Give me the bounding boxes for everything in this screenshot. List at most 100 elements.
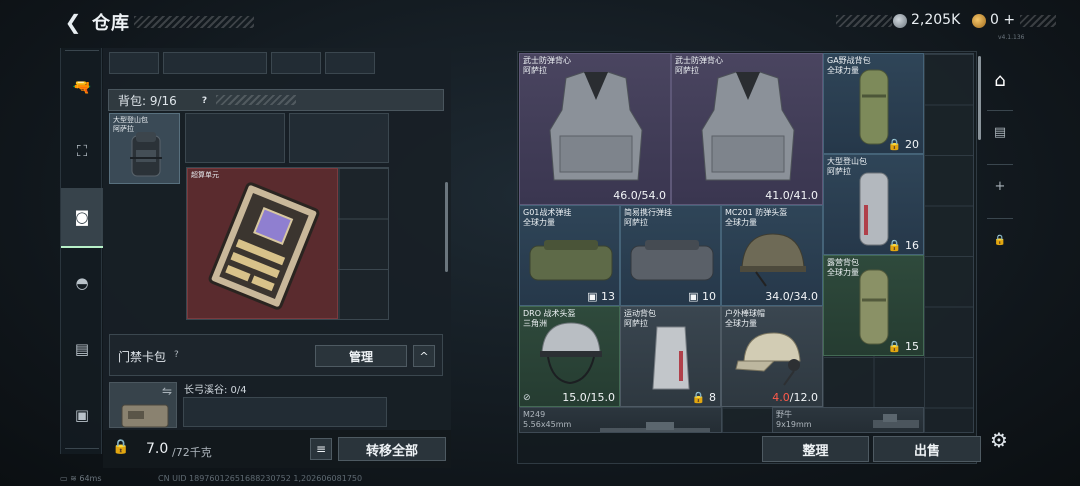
slot[interactable]: [109, 52, 159, 74]
broken-icon: ⊘: [523, 393, 531, 403]
gold-currency-amount[interactable]: 0 +: [990, 12, 1015, 28]
item-name: 野牛 9x19mm: [776, 410, 812, 429]
add-currency-icon: +: [1003, 12, 1016, 28]
header-decoration: [216, 95, 296, 105]
item-durability: 46.0/54.0: [613, 189, 666, 202]
case-image: [121, 404, 169, 428]
backpack-image: [859, 269, 889, 345]
helmet-image: [540, 322, 602, 385]
item-durability: 34.0/34.0: [765, 290, 818, 303]
item-slot-count: ▣ 13: [587, 290, 615, 303]
nav-pistol-tab[interactable]: 🔫: [61, 66, 103, 108]
storage-item[interactable]: 大型登山包 阿萨拉 🔒 16: [823, 154, 924, 255]
add-icon: +: [994, 178, 1006, 194]
gold-coin-icon: [972, 14, 986, 28]
left-scrollbar[interactable]: [445, 182, 448, 272]
user-uid: CN UID 18976012651688230752 1,2026060817…: [158, 474, 363, 483]
item-durability: 15.0/15.0: [562, 391, 615, 404]
equipped-backpack[interactable]: 大型登山包 阿萨拉: [109, 113, 180, 184]
item-durability: 41.0/41.0: [765, 189, 818, 202]
smg-image: [873, 414, 919, 428]
chest-rig-image: [529, 240, 613, 281]
item-slot-count: ▣ 10: [688, 290, 716, 303]
back-arrow-icon: ❮: [64, 10, 82, 34]
transfer-all-button[interactable]: 转移全部: [338, 437, 446, 461]
backpack-capacity: 背包: 9/16: [118, 94, 177, 108]
supercomputer-unit-item[interactable]: 超算单元: [187, 168, 338, 319]
slot[interactable]: [325, 52, 375, 74]
sort-button[interactable]: 整理: [762, 436, 869, 462]
item-slot-count: 🔒 16: [887, 239, 919, 252]
add-storage-button[interactable]: +: [981, 168, 1019, 204]
lock-icon: 🔒: [993, 234, 1007, 246]
list-view-button[interactable]: ≡: [310, 438, 332, 460]
storage-item[interactable]: 武士防弹背心 阿萨拉 46.0/54.0: [519, 53, 671, 205]
slot[interactable]: [163, 52, 267, 74]
valley-slot[interactable]: [183, 397, 387, 427]
nav-clipboard-tab[interactable]: ▤: [61, 328, 103, 370]
storage-item[interactable]: G01战术弹挂 全球力量 ▣ 13: [519, 205, 620, 306]
item-name: 简易携行弹挂 阿萨拉: [624, 208, 672, 227]
supercomputer-unit-image: [208, 182, 320, 310]
storage-item[interactable]: 武士防弹背心 阿萨拉 41.0/41.0: [671, 53, 823, 205]
storage-item[interactable]: 运动背包 阿萨拉 🔒 8: [620, 306, 721, 407]
slot[interactable]: [271, 52, 321, 74]
manage-button[interactable]: 管理: [315, 345, 407, 367]
sell-button[interactable]: 出售: [873, 436, 981, 462]
slot[interactable]: [289, 113, 389, 163]
help-icon[interactable]: ?: [174, 350, 186, 362]
rifle-image: [600, 422, 710, 432]
backpack-active-icon: ◙: [74, 208, 90, 226]
nav-helmet-tab[interactable]: ◓: [61, 262, 103, 304]
nav-backpack-tab[interactable]: ◙: [61, 188, 103, 248]
backpack-image: [652, 326, 690, 390]
storage-item[interactable]: DRO 战术头盔 三角洲 ⊘ 15.0/15.0: [519, 306, 620, 407]
chest-rig-image: [630, 240, 714, 281]
silver-currency-amount: 2,205K: [911, 12, 961, 28]
storage-item[interactable]: M249 5.56x45mm: [519, 407, 722, 433]
nav-vest-tab[interactable]: ⛶: [61, 130, 103, 172]
vest-icon: ⛶: [76, 142, 88, 160]
left-category-nav: 🔫 ⛶ ◙ ◓ ▤ ▣: [60, 48, 103, 454]
item-name: MC201 防弹头盔 全球力量: [725, 208, 788, 227]
pistol-icon: 🔫: [72, 78, 92, 96]
settings-icon[interactable]: ⚙: [990, 428, 1008, 452]
back-button[interactable]: ❮: [58, 8, 88, 36]
storage-item[interactable]: 户外棒球帽 全球力量 4.0/12.0: [721, 306, 823, 407]
storage-item[interactable]: 野牛 9x19mm: [772, 407, 924, 433]
locked-storage-tab[interactable]: 🔒: [981, 222, 1019, 258]
cap-image: [735, 332, 801, 386]
storage-item[interactable]: 简易携行弹挂 阿萨拉 ▣ 10: [620, 205, 721, 306]
records-tab[interactable]: ▤: [981, 114, 1019, 150]
helmet-icon: ◓: [75, 274, 89, 292]
title-decoration: [134, 16, 254, 28]
storage-item[interactable]: GA野战背包 全球力量 🔒 20: [823, 53, 924, 154]
storage-nav: ⌂ ▤ + 🔒: [981, 54, 1019, 464]
backpack-image: [859, 69, 889, 145]
nav-toolbox-tab[interactable]: ▣: [61, 394, 103, 436]
list-icon: ≡: [315, 442, 327, 456]
storage-active-icon: ⌂: [994, 69, 1006, 91]
collapse-button[interactable]: ^: [413, 345, 435, 367]
item-slot-count: 🔒 15: [887, 340, 919, 353]
vest-image: [549, 71, 643, 181]
help-icon[interactable]: ?: [198, 94, 211, 107]
vest-image: [701, 71, 795, 181]
valley-slots-label: 长弓溪谷: 0/4: [184, 385, 247, 396]
carry-weight-max: /72千克: [172, 446, 212, 459]
swap-icon[interactable]: ⇋: [162, 384, 172, 398]
silver-coin-icon: [893, 14, 907, 28]
slot[interactable]: [185, 113, 285, 163]
item-name: M249 5.56x45mm: [523, 410, 572, 429]
weight-lock-icon: 🔒: [112, 439, 130, 455]
storage-tab[interactable]: ⌂: [981, 62, 1019, 98]
clipboard-icon: ▤: [74, 340, 90, 358]
network-status: ▭ ≋ 64ms: [60, 474, 102, 483]
item-slot-count: 🔒 8: [691, 391, 716, 404]
item-slot-count: 🔒 20: [887, 138, 919, 151]
chevron-up-icon: ^: [419, 349, 429, 363]
storage-item[interactable]: MC201 防弹头盔 全球力量 34.0/34.0: [721, 205, 823, 306]
item-name: G01战术弹挂 全球力量: [523, 208, 572, 227]
toolbox-icon: ▣: [74, 406, 90, 424]
storage-item[interactable]: 露营背包 全球力量 🔒 15: [823, 255, 924, 356]
